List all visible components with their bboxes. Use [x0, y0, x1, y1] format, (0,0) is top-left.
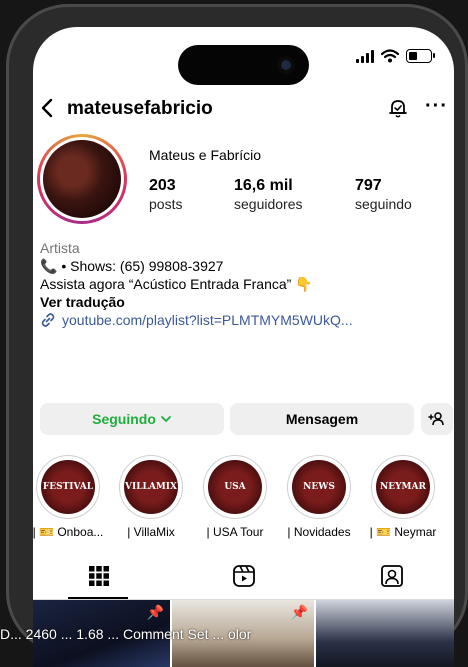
avatar[interactable] — [37, 134, 127, 224]
stat-followers-label: seguidores — [234, 196, 303, 212]
bio-shows-line: 📞 • Shows: (65) 99808-3927 — [40, 257, 440, 275]
reels-icon[interactable] — [231, 563, 257, 589]
stat-posts[interactable]: 203 posts — [149, 177, 182, 212]
profile-full-name: Mateus e Fabrício — [149, 147, 262, 163]
highlight-villamix[interactable]: VILLAMIX | VillaMix — [115, 455, 187, 539]
avatar-photo — [43, 140, 121, 218]
phone-icon: 📞 — [40, 258, 58, 274]
message-button[interactable]: Mensagem — [230, 403, 414, 435]
highlight-caption: | VillaMix — [127, 525, 175, 539]
stat-followers[interactable]: 16,6 mil seguidores — [234, 177, 303, 212]
highlight-caption: | Novidades — [287, 525, 351, 539]
highlight-cover: NEYMAR — [376, 460, 430, 514]
pin-icon: 📌 — [290, 604, 308, 620]
bio-line-2-text: Assista agora “Acústico Entrada Franca” — [40, 276, 292, 292]
status-bar — [356, 49, 435, 63]
wifi-icon — [381, 49, 399, 63]
highlight-caption: | 🎫 Neymar — [369, 525, 437, 539]
stat-following-value: 797 — [355, 177, 382, 194]
highlight-cover: USA — [208, 460, 262, 514]
bio-line-2: Assista agora “Acústico Entrada Franca” … — [40, 275, 440, 293]
stat-followers-value: 16,6 mil — [234, 177, 293, 194]
tagged-icon[interactable] — [379, 563, 405, 589]
more-icon[interactable]: ··· — [425, 95, 448, 118]
pin-icon: 📌 — [146, 604, 164, 620]
pointing-down-icon: 👇 — [295, 276, 313, 292]
highlight-caption: | 🎫 Onboa... — [33, 525, 104, 539]
instagram-profile-screen: mateusefabricio ··· Mateus e Fabrício 20… — [33, 27, 454, 667]
bio-shows-text: • Shows: (65) 99808-3927 — [61, 258, 224, 274]
highlight-usa-tour[interactable]: USA | USA Tour — [199, 455, 271, 539]
highlight-onboard[interactable]: FESTIVAL | 🎫 Onboa... — [33, 455, 104, 539]
profile-username: mateusefabricio — [67, 98, 213, 119]
following-button[interactable]: Seguindo — [40, 403, 224, 435]
link-icon — [41, 313, 55, 327]
profile-bio: Artista 📞 • Shows: (65) 99808-3927 Assis… — [40, 239, 440, 329]
chevron-down-icon — [160, 416, 171, 422]
highlight-novidades[interactable]: NEWS | Novidades — [283, 455, 355, 539]
profile-tabs — [33, 557, 454, 600]
stat-following-label: seguindo — [355, 196, 412, 212]
profile-category: Artista — [40, 240, 80, 256]
highlight-cover: VILLAMIX — [124, 460, 178, 514]
profile-link[interactable]: youtube.com/playlist?list=PLMTMYM5WUkQ..… — [40, 311, 440, 329]
highlight-caption: | USA Tour — [206, 525, 264, 539]
chevron-left-icon[interactable] — [37, 97, 59, 119]
highlight-cover: FESTIVAL — [41, 460, 95, 514]
highlight-neymar[interactable]: NEYMAR | 🎫 Neymar — [367, 455, 439, 539]
add-person-button[interactable] — [421, 403, 453, 435]
active-tab-indicator — [68, 597, 128, 599]
battery-icon — [406, 49, 435, 63]
stat-posts-value: 203 — [149, 177, 176, 194]
stat-following[interactable]: 797 seguindo — [355, 177, 412, 212]
overlay-caption-text: D... 2460 ... 1.68 ... Comment Set ... o… — [0, 626, 252, 642]
signal-icon — [356, 49, 374, 63]
grid-icon[interactable] — [86, 563, 112, 589]
add-person-icon — [428, 412, 444, 426]
stat-posts-label: posts — [149, 196, 183, 212]
bell-icon[interactable] — [387, 97, 409, 119]
message-button-label: Mensagem — [285, 411, 359, 427]
highlight-cover: NEWS — [292, 460, 346, 514]
camera-icon — [277, 56, 295, 74]
profile-link-text: youtube.com/playlist?list=PLMTMYM5WUkQ..… — [62, 312, 353, 328]
phone-frame: mateusefabricio ··· Mateus e Fabrício 20… — [6, 4, 468, 667]
following-button-label: Seguindo — [92, 411, 156, 427]
dynamic-island — [178, 45, 309, 85]
profile-header: mateusefabricio ··· — [33, 93, 454, 123]
see-translation-link[interactable]: Ver tradução — [40, 293, 440, 311]
